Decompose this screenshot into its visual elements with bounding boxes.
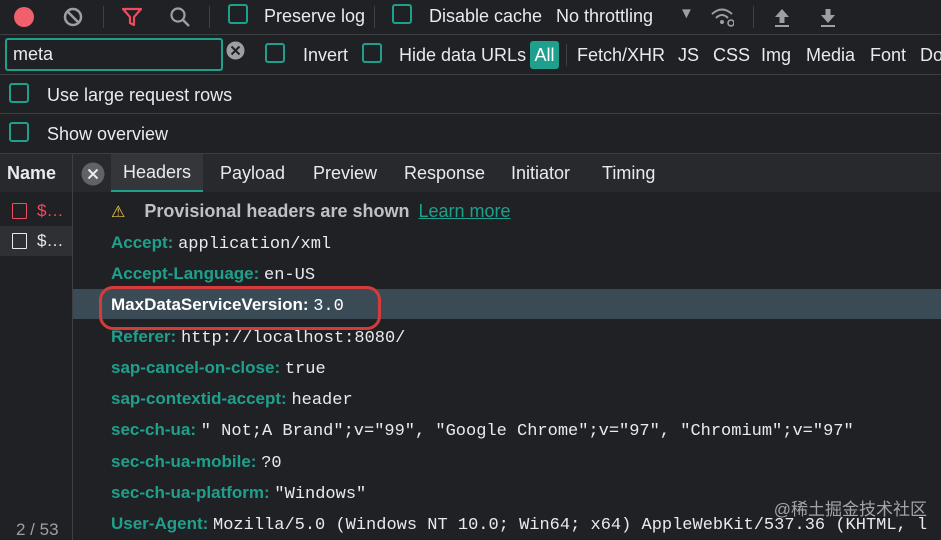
header-name: sec-ch-ua-mobile: xyxy=(111,452,257,471)
header-name: sec-ch-ua-platform: xyxy=(111,483,270,502)
close-icon[interactable] xyxy=(81,162,105,191)
filter-type-all[interactable]: All xyxy=(530,41,559,69)
detail-tabbar: Headers Payload Preview Response Initiat… xyxy=(73,154,941,192)
preserve-log-label: Preserve log xyxy=(264,6,366,26)
watermark: @稀土掘金技术社区 xyxy=(773,500,927,519)
header-row: sap-cancel-on-close: true xyxy=(111,358,326,379)
show-overview-checkbox[interactable] xyxy=(9,122,29,142)
clear-filter-icon[interactable] xyxy=(226,41,245,65)
throttling-select[interactable]: No throttling xyxy=(556,6,653,27)
search-icon[interactable] xyxy=(168,5,192,29)
invert-label: Invert xyxy=(303,45,349,65)
filter-type-media[interactable]: Media xyxy=(806,45,855,66)
header-value: ?0 xyxy=(261,454,282,473)
request-row[interactable]: $… xyxy=(0,196,72,226)
tab-response[interactable]: Response xyxy=(404,154,485,192)
hide-data-urls-checkbox[interactable] xyxy=(362,43,382,63)
name-column-label: Name xyxy=(7,162,57,183)
request-name: $… xyxy=(37,231,64,250)
network-conditions-icon[interactable] xyxy=(710,5,734,29)
header-row: sec-ch-ua-mobile: ?0 xyxy=(111,452,282,473)
learn-more-link[interactable]: Learn more xyxy=(418,201,510,221)
filter-type-js[interactable]: JS xyxy=(678,45,699,66)
provisional-warning: ⚠ Provisional headers are shown Learn mo… xyxy=(111,201,511,222)
header-value: header xyxy=(291,391,353,410)
header-row: sec-ch-ua-platform: "Windows" xyxy=(111,483,366,504)
tab-headers[interactable]: Headers xyxy=(111,154,204,192)
filter-type-font[interactable]: Font xyxy=(870,45,906,66)
tab-payload[interactable]: Payload xyxy=(220,154,285,192)
header-row: sec-ch-ua: " Not;A Brand";v="99", "Googl… xyxy=(111,420,854,441)
disable-cache-checkbox[interactable] xyxy=(392,4,412,24)
header-value: http://localhost:8080/ xyxy=(180,329,406,348)
clear-icon[interactable] xyxy=(61,5,85,29)
filter-type-fetch-xhr[interactable]: Fetch/XHR xyxy=(577,45,665,66)
header-name: User-Agent: xyxy=(111,514,209,533)
large-rows-label: Use large request rows xyxy=(47,85,233,105)
provisional-text: Provisional headers are shown xyxy=(144,201,410,221)
network-toolbar: Preserve log Disable cache No throttling… xyxy=(0,0,941,34)
tab-initiator[interactable]: Initiator xyxy=(511,154,570,192)
tab-preview[interactable]: Preview xyxy=(313,154,377,192)
header-row: Accept: application/xml xyxy=(111,233,331,254)
filter-icon[interactable] xyxy=(120,5,144,29)
import-har-icon[interactable] xyxy=(770,5,794,29)
request-count: 2 / 53 xyxy=(16,520,59,539)
header-value: "Windows" xyxy=(274,485,367,504)
file-icon xyxy=(12,203,27,219)
header-name: sap-contextid-accept: xyxy=(111,389,287,408)
header-row: Accept-Language: en-US xyxy=(111,264,315,285)
disable-cache-label: Disable cache xyxy=(429,6,543,26)
header-value: en-US xyxy=(264,266,316,285)
header-value: application/xml xyxy=(178,235,332,254)
request-row[interactable]: $… xyxy=(0,226,72,256)
name-column-header[interactable]: Name xyxy=(0,154,72,192)
tab-timing[interactable]: Timing xyxy=(602,154,655,192)
header-name: Accept-Language: xyxy=(111,264,260,283)
header-value: true xyxy=(284,360,326,379)
header-row: sap-contextid-accept: header xyxy=(111,389,353,410)
request-name: $… xyxy=(37,201,64,220)
hide-data-urls-label: Hide data URLs xyxy=(399,45,527,65)
filter-type-css[interactable]: CSS xyxy=(713,45,750,66)
record-icon[interactable] xyxy=(12,5,36,29)
header-name: Accept: xyxy=(111,233,174,252)
header-name: sap-cancel-on-close: xyxy=(111,358,281,377)
request-list: Name $… $… 2 / 53 xyxy=(0,154,72,540)
annotation-highlight xyxy=(99,286,381,330)
filter-input[interactable] xyxy=(5,38,223,71)
filter-type-img[interactable]: Img xyxy=(761,45,791,66)
header-row: Referer: http://localhost:8080/ xyxy=(111,327,405,348)
filter-type-doc[interactable]: Do xyxy=(920,45,941,66)
show-overview-label: Show overview xyxy=(47,124,169,144)
export-har-icon[interactable] xyxy=(816,5,840,29)
chevron-down-icon[interactable]: ▼ xyxy=(679,5,694,22)
file-icon xyxy=(12,233,27,249)
header-name: sec-ch-ua: xyxy=(111,420,197,439)
header-value: " Not;A Brand";v="99", "Google Chrome";v… xyxy=(200,422,854,441)
invert-checkbox[interactable] xyxy=(265,43,285,63)
large-rows-checkbox[interactable] xyxy=(9,83,29,103)
warning-icon: ⚠ xyxy=(111,204,126,221)
preserve-log-checkbox[interactable] xyxy=(228,4,248,24)
